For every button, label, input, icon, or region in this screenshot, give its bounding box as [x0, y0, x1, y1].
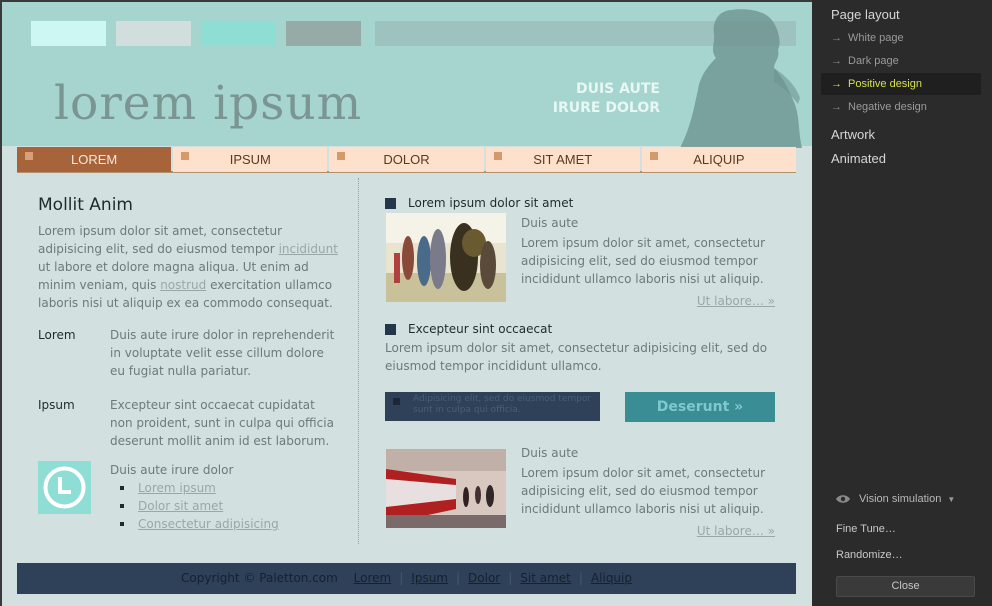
- section-title: Mollit Anim: [38, 195, 133, 215]
- layout-option-negative-design[interactable]: → Negative design: [821, 96, 981, 118]
- article-heading-2: Excepteur sint occaecat: [385, 320, 552, 338]
- footer-link-aliquip[interactable]: Aliquip: [591, 571, 632, 585]
- nav-bullet-icon: [337, 152, 346, 160]
- color-swatch-3: [201, 21, 276, 46]
- nav-label: IPSUM: [229, 152, 271, 167]
- layout-option-dark-page[interactable]: → Dark page: [821, 50, 981, 72]
- artwork-heading[interactable]: Artwork: [831, 127, 875, 142]
- nav-bullet-icon: [493, 152, 502, 160]
- footer-separator: |: [578, 571, 583, 585]
- color-swatch-4: [286, 21, 361, 46]
- definition-desc: Duis aute irure dolor in reprehenderit i…: [110, 328, 335, 378]
- vision-simulation-dropdown[interactable]: Vision simulation ▼: [835, 493, 955, 505]
- color-swatch-2: [116, 21, 191, 46]
- clock-icon: [38, 461, 91, 514]
- list-item: Dolor sit amet: [120, 497, 338, 515]
- info-bullet-icon: [393, 398, 400, 405]
- info-bar: Adipisicing elit, sed do eiusmod tempor …: [385, 392, 600, 421]
- footer-separator: |: [399, 571, 404, 585]
- definition-term: Ipsum: [38, 398, 75, 412]
- column-divider: [358, 178, 359, 544]
- heading-bullet-icon: [385, 323, 396, 335]
- site-nav: LOREM IPSUM DOLOR SIT AMET ALIQUIP: [17, 147, 797, 173]
- definition-desc: Excepteur sint occaecat cupidatat non pr…: [110, 398, 334, 448]
- settings-panel: Page layout → White page → Dark page → Posi…: [812, 0, 992, 606]
- nav-item-aliquip[interactable]: ALIQUIP: [641, 147, 797, 172]
- deserunt-button[interactable]: Deserunt »: [625, 392, 775, 422]
- animated-heading[interactable]: Animated: [831, 151, 886, 166]
- nav-bullet-icon: [181, 152, 190, 160]
- footer-link-sit-amet[interactable]: Sit amet: [520, 571, 571, 585]
- site-logo: lorem ipsum: [54, 76, 363, 131]
- article-subtitle: Duis aute: [521, 446, 579, 460]
- woman-silhouette-image: [680, 9, 802, 148]
- nostrud-link[interactable]: nostrud: [160, 278, 206, 292]
- nav-item-ipsum[interactable]: IPSUM: [173, 147, 328, 172]
- nav-bullet-icon: [649, 152, 658, 160]
- site-header: lorem ipsum DUIS AUTE IRURE DOLOR: [2, 2, 812, 148]
- link-list: Duis aute irure dolor Lorem ipsum Dolor …: [110, 461, 338, 533]
- footer-separator: |: [455, 571, 461, 585]
- nav-bullet-icon: [25, 152, 33, 160]
- copyright-text: Copyright © Paletton.com: [181, 571, 338, 585]
- nav-label: SIT AMET: [533, 152, 593, 167]
- crowd-photo: [386, 213, 506, 302]
- footer-link-lorem[interactable]: Lorem: [354, 571, 392, 585]
- arrow-right-icon: →: [831, 32, 842, 44]
- page-preview: lorem ipsum DUIS AUTE IRURE DOLOR LOREM …: [0, 0, 812, 606]
- list-link-lorem-ipsum[interactable]: Lorem ipsum: [138, 481, 216, 495]
- arrow-right-icon: →: [831, 55, 842, 67]
- subway-photo: [386, 449, 506, 528]
- nav-label: DOLOR: [383, 152, 430, 167]
- incididunt-link[interactable]: incididunt: [279, 242, 338, 256]
- page-layout-heading[interactable]: Page layout: [831, 7, 900, 22]
- footer-separator: |: [508, 571, 513, 585]
- footer-link-ipsum[interactable]: Ipsum: [411, 571, 448, 585]
- tagline-line1: DUIS AUTE: [575, 81, 660, 97]
- article-2-text: Lorem ipsum dolor sit amet, consectetur …: [385, 341, 768, 373]
- left-column: Mollit Anim Lorem ipsum dolor sit amet, …: [38, 196, 338, 466]
- article-text: Lorem ipsum dolor sit amet, consectetur …: [521, 236, 766, 286]
- article-text: Lorem ipsum dolor sit amet, consectetur …: [521, 466, 766, 516]
- article-3: Duis aute Lorem ipsum dolor sit amet, co…: [521, 444, 777, 518]
- intro-paragraph: Lorem ipsum dolor sit amet, consectetur …: [38, 224, 338, 310]
- nav-label: LOREM: [70, 152, 118, 167]
- article-1: Duis aute Lorem ipsum dolor sit amet, co…: [521, 214, 777, 288]
- site-tagline: DUIS AUTE IRURE DOLOR: [550, 80, 660, 118]
- definition-row: Ipsum Excepteur sint occaecat cupidatat …: [38, 396, 338, 450]
- read-more-link-2[interactable]: Ut labore… »: [697, 522, 775, 540]
- article-subtitle: Duis aute: [521, 216, 579, 230]
- list-item: Lorem ipsum: [120, 479, 338, 497]
- heading-bullet-icon: [385, 197, 396, 209]
- layout-option-white-page[interactable]: → White page: [821, 27, 981, 49]
- definition-row: Lorem Duis aute irure dolor in reprehend…: [38, 326, 338, 380]
- read-more-link-1[interactable]: Ut labore… »: [697, 292, 775, 310]
- close-button[interactable]: Close: [836, 576, 975, 597]
- color-swatch-1: [31, 21, 106, 46]
- layout-option-positive-design[interactable]: → Positive design: [821, 73, 981, 95]
- site-footer: Copyright © Paletton.com Lorem | Ipsum | Dol…: [17, 563, 796, 594]
- definition-list: Lorem Duis aute irure dolor in reprehend…: [38, 326, 338, 450]
- eye-icon: [836, 495, 850, 503]
- list-link-dolor-sit-amet[interactable]: Dolor sit amet: [138, 499, 223, 513]
- footer-link-dolor[interactable]: Dolor: [468, 571, 500, 585]
- chevron-down-icon: ▼: [947, 494, 956, 504]
- definition-term: Lorem: [38, 328, 76, 342]
- nav-item-sit-amet[interactable]: SIT AMET: [485, 147, 640, 172]
- arrow-right-icon: →: [831, 78, 842, 90]
- nav-label: ALIQUIP: [693, 152, 745, 167]
- list-item: Consectetur adipisicing: [120, 515, 338, 533]
- list-link-consectetur[interactable]: Consectetur adipisicing: [138, 517, 279, 531]
- fine-tune-link[interactable]: Fine Tune…: [836, 523, 896, 535]
- link-list-title: Duis aute irure dolor: [110, 463, 234, 477]
- article-heading-1: Lorem ipsum dolor sit amet: [385, 194, 573, 212]
- randomize-link[interactable]: Randomize…: [836, 549, 903, 561]
- nav-item-lorem[interactable]: LOREM: [17, 147, 172, 172]
- tagline-line2: IRURE DOLOR: [552, 100, 660, 116]
- arrow-right-icon: →: [831, 101, 842, 113]
- nav-item-dolor[interactable]: DOLOR: [329, 147, 484, 172]
